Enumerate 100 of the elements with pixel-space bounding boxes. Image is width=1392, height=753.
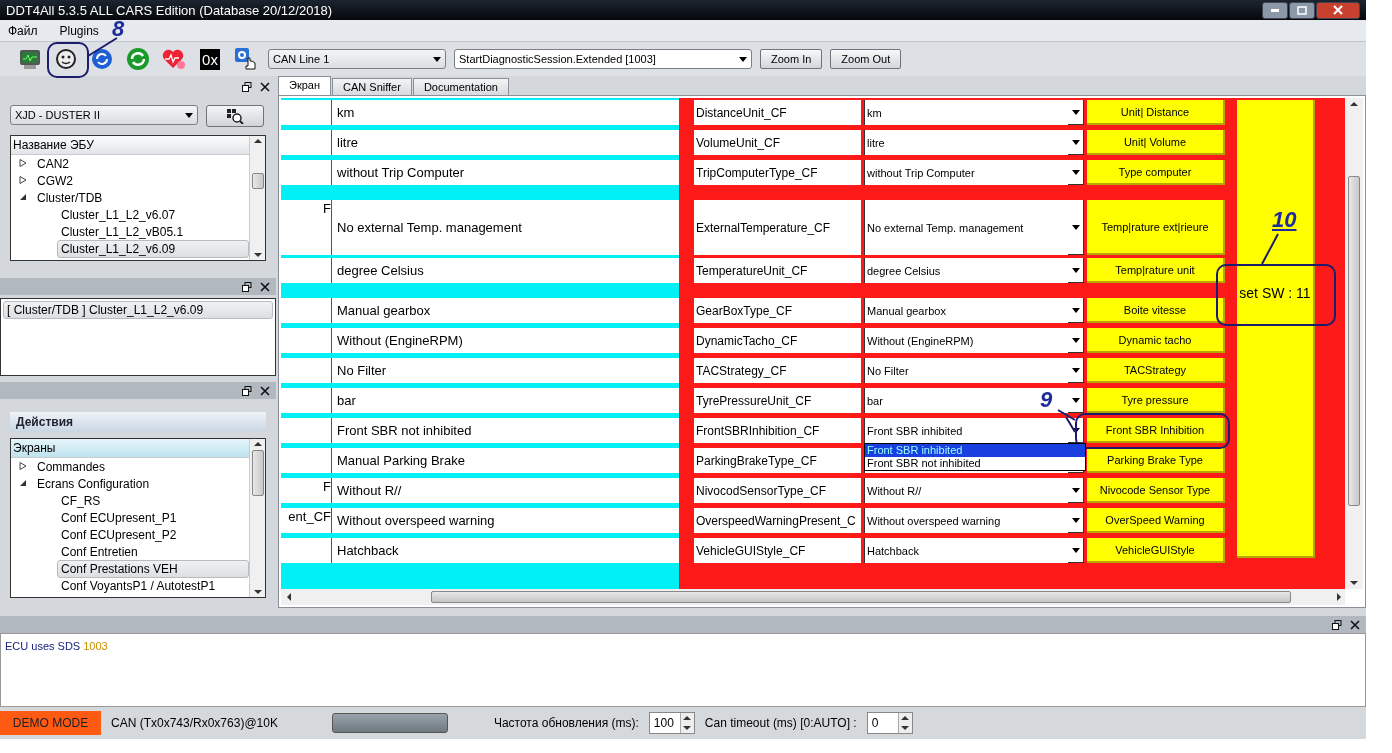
parameter-button[interactable]: Temp|rature unit — [1087, 258, 1225, 283]
scrollbar[interactable] — [249, 136, 265, 260]
parameter-button[interactable]: Parking Brake Type — [1087, 448, 1225, 473]
parameter-label: TyrePressureUnit_CF — [694, 388, 861, 413]
annotation-number: 10 — [1272, 207, 1297, 233]
parameter-button[interactable]: Nivocode Sensor Type — [1087, 478, 1225, 503]
restore-icon[interactable] — [242, 81, 252, 92]
value-dropdown[interactable]: Without overspeed warning — [864, 508, 1084, 533]
list-item[interactable]: [ Cluster/TDB ] Cluster_L1_L2_v6.09 — [3, 300, 273, 319]
parameter-button[interactable]: Dynamic tacho — [1087, 328, 1225, 353]
value-dropdown[interactable]: litre — [864, 130, 1084, 155]
expanded-triangle-icon[interactable] — [19, 192, 27, 201]
collapsed-triangle-icon[interactable] — [19, 461, 27, 470]
parameter-label: NivocodSensorType_CF — [694, 478, 861, 503]
parameter-button[interactable]: Temp|rature ext|rieure — [1087, 200, 1225, 255]
software-version-text: set SW : 11 — [1239, 285, 1311, 301]
window-title: DDT4All 5.3.5 ALL CARS Edition (Database 20/12/2018) — [6, 2, 333, 18]
parameter-label: OverspeedWarningPresent_C — [694, 508, 861, 533]
scrollbar[interactable] — [281, 589, 1345, 605]
value-dropdown[interactable]: without Trip Computer — [864, 160, 1084, 185]
zoom-button[interactable]: Zoom In — [760, 49, 823, 69]
value-dropdown[interactable]: Front SBR inhibited — [864, 418, 1084, 443]
menu-item[interactable]: Plugins — [59, 24, 99, 37]
refresh-spinbox[interactable]: 100 — [648, 712, 695, 734]
restore-icon[interactable] — [242, 385, 252, 396]
parameter-label: FrontSBRInhibition_CF — [694, 418, 861, 443]
parameter-button[interactable]: VehicleGUIStyle — [1087, 538, 1225, 563]
value-text: Without (EngineRPM) — [331, 328, 679, 353]
search-icon — [226, 108, 244, 124]
parameter-button[interactable]: Unit| Volume — [1087, 130, 1225, 155]
tree-item[interactable]: Conf Prestations VEH — [57, 559, 249, 578]
menu-item[interactable]: Файл — [8, 24, 38, 37]
refresh-icon[interactable] — [124, 45, 152, 73]
actions-tab[interactable]: Действия — [10, 412, 266, 432]
expanded-triangle-icon[interactable] — [19, 478, 27, 487]
tab[interactable]: Экран — [278, 76, 332, 95]
tree-item[interactable]: Cluster/TDB — [33, 188, 107, 207]
close-icon[interactable] — [260, 281, 270, 292]
tree-item[interactable]: Commandes — [33, 457, 110, 476]
tree-item[interactable]: Cluster_L1_L2_vB05.1 — [57, 222, 188, 241]
tab[interactable]: Documentation — [412, 78, 509, 95]
value-dropdown[interactable]: No Filter — [864, 358, 1084, 383]
tree-item[interactable]: CF_RS — [57, 491, 105, 510]
value-dropdown[interactable]: Manual gearbox — [864, 298, 1084, 323]
tree-item[interactable]: CGW2 — [33, 171, 77, 190]
tree-item[interactable]: Ecrans Configuration — [33, 474, 154, 493]
value-text: Manual gearbox — [331, 298, 679, 323]
parameter-label: DynamicTacho_CF — [694, 328, 861, 353]
value-text: Without overspeed warning — [331, 508, 679, 533]
value-dropdown[interactable]: No external Temp. management — [864, 200, 1084, 255]
parameter-label: F — [323, 479, 331, 496]
maximize-icon[interactable] — [1289, 1, 1315, 19]
value-dropdown[interactable]: Without R// — [864, 478, 1084, 503]
close-icon[interactable] — [1316, 1, 1360, 19]
value-dropdown[interactable]: Hatchback — [864, 538, 1084, 563]
session-dropdown[interactable]: StartDiagnosticSession.Extended [1003] — [454, 49, 752, 69]
parameter-label: ent_CF — [288, 509, 331, 526]
tree-item[interactable]: CAN2 — [33, 154, 73, 173]
close-icon[interactable] — [260, 81, 270, 92]
vehicle-dropdown[interactable]: XJD - DUSTER II — [10, 105, 198, 125]
collapsed-triangle-icon[interactable] — [19, 175, 27, 184]
demo-mode-badge: DEMO MODE — [0, 711, 101, 735]
parameter-button[interactable]: Unit| Distance — [1087, 100, 1225, 125]
restore-icon[interactable] — [1332, 619, 1342, 630]
value-dropdown[interactable]: km — [864, 100, 1084, 125]
tree-item[interactable]: Conf ECUpresent_P1 — [57, 508, 181, 527]
collapsed-triangle-icon[interactable] — [19, 158, 27, 167]
parameter-button[interactable]: Tyre pressure — [1087, 388, 1225, 413]
tree-item[interactable]: Conf ECUpresent_P2 — [57, 525, 181, 544]
tree-item[interactable]: Cluster_L1_L2_v6.09 — [57, 239, 249, 258]
log-text: ECU uses SDS — [5, 640, 81, 652]
parameter-button[interactable]: Front SBR Inhibition — [1087, 418, 1225, 443]
scrollbar[interactable] — [249, 439, 265, 597]
parameter-label: VehicleGUIStyle_CF — [694, 538, 861, 563]
value-text: Hatchback — [331, 538, 679, 563]
refresh-label: Частота обновления (ms): — [493, 716, 639, 730]
value-text: degree Celsius — [331, 258, 679, 283]
value-text: Manual Parking Brake — [331, 448, 679, 473]
search-button[interactable] — [206, 105, 264, 127]
parameter-button[interactable]: Type computer — [1087, 160, 1225, 185]
tree-item[interactable]: Conf Entretien — [57, 542, 142, 561]
zoom-button[interactable]: Zoom Out — [830, 49, 902, 69]
close-icon[interactable] — [1350, 619, 1360, 630]
parameter-button[interactable]: TACStrategy — [1087, 358, 1225, 383]
parameter-button[interactable]: OverSpeed Warning — [1087, 508, 1225, 533]
minimize-icon[interactable] — [1262, 1, 1288, 19]
value-dropdown[interactable]: Without (EngineRPM) — [864, 328, 1084, 353]
parameter-button[interactable]: Boite vitesse — [1087, 298, 1225, 323]
value-dropdown[interactable]: degree Celsius — [864, 258, 1084, 283]
close-icon[interactable] — [260, 385, 270, 396]
restore-icon[interactable] — [242, 281, 252, 292]
value-text: litre — [331, 130, 679, 155]
tree-item[interactable]: Cluster_L1_L2_v6.07 — [57, 205, 180, 224]
timeout-spinbox[interactable]: 0 — [866, 712, 913, 734]
dropdown-option[interactable]: Front SBR inhibited — [865, 444, 1085, 457]
parameter-label: ExternalTemperature_CF — [694, 200, 861, 255]
tree-item[interactable]: Conf VoyantsP1 / AutotestP1 — [57, 576, 220, 595]
tab[interactable]: CAN Sniffer — [332, 78, 412, 95]
scrollbar[interactable] — [1345, 98, 1363, 589]
can-line-dropdown[interactable]: CAN Line 1 — [268, 49, 446, 69]
